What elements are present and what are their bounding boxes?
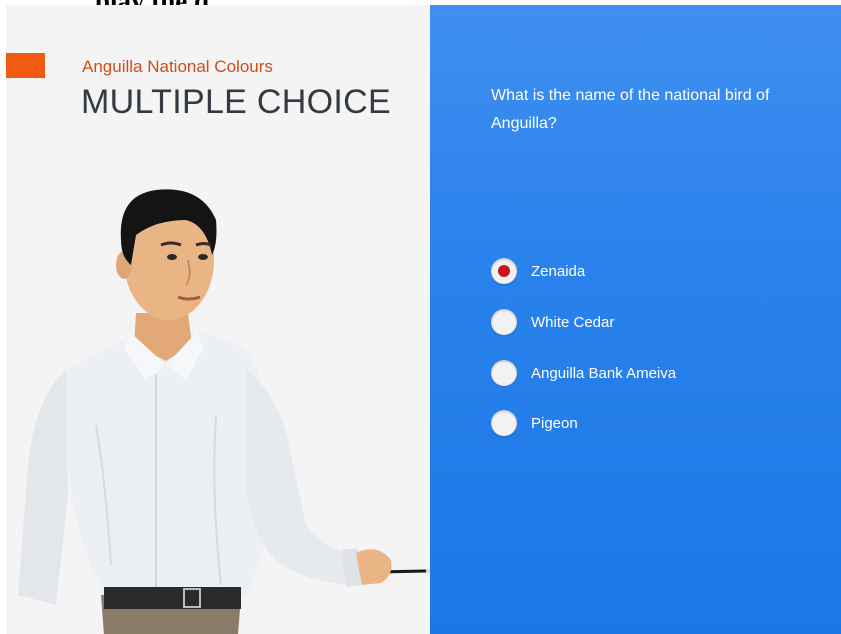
presenter-illustration: [18, 189, 477, 634]
question-text: What is the name of the national bird of…: [491, 87, 770, 132]
quiz-slide: Anguilla National Colours MULTIPLE CHOIC…: [6, 5, 841, 634]
question-panel: What is the name of the national bird of…: [430, 5, 841, 634]
left-panel: Anguilla National Colours MULTIPLE CHOIC…: [6, 5, 477, 634]
answer-option-label: Zenaida: [531, 262, 586, 280]
radio-empty-icon[interactable]: [491, 410, 517, 436]
answer-option-label: Pigeon: [531, 414, 578, 432]
radio-empty-icon[interactable]: [491, 309, 517, 335]
radio-selected-icon[interactable]: [491, 258, 517, 284]
answer-option-anguilla-bank-ameiva[interactable]: Anguilla Bank Ameiva: [491, 359, 676, 387]
answer-option-pigeon[interactable]: Pigeon: [491, 409, 578, 437]
slide-subtitle: Anguilla National Colours: [82, 57, 273, 76]
radio-empty-icon[interactable]: [491, 360, 517, 386]
accent-tab: [6, 53, 45, 78]
answer-option-label: White Cedar: [531, 313, 615, 331]
answer-option-white-cedar[interactable]: White Cedar: [491, 308, 614, 336]
slide-title: MULTIPLE CHOICE: [81, 83, 391, 121]
answer-option-label: Anguilla Bank Ameiva: [531, 364, 677, 382]
answer-option-zenaida[interactable]: Zenaida: [491, 257, 585, 285]
